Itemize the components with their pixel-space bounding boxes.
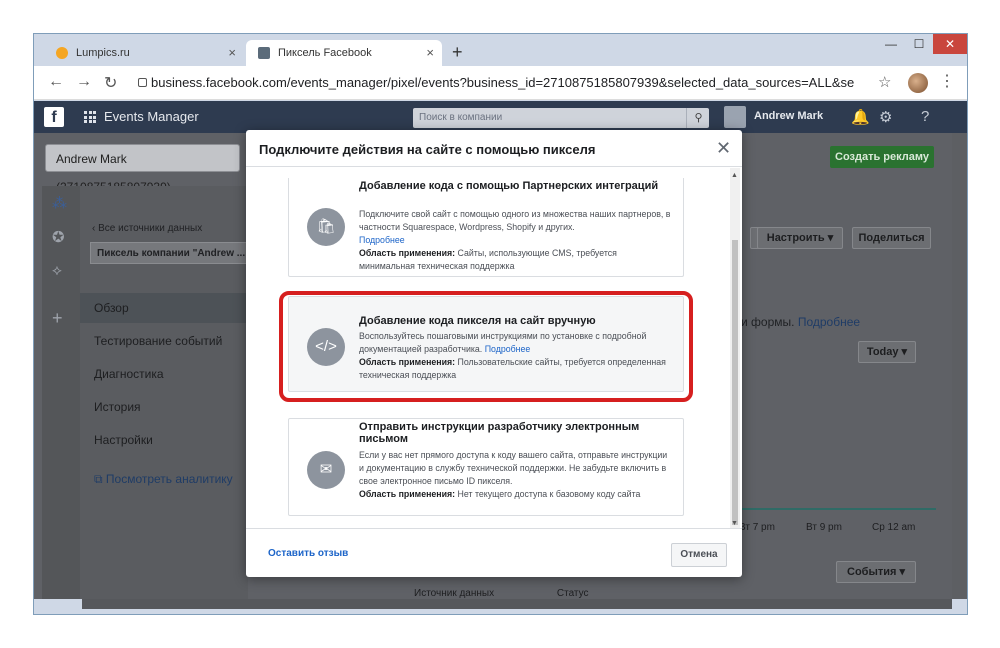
activity-chart xyxy=(734,373,936,503)
option-description: Если у вас нет прямого доступа к коду ва… xyxy=(359,450,668,499)
scroll-down-icon[interactable]: ▼ xyxy=(731,520,738,527)
connect-pixel-dialog: Подключите действия на сайте с помощью п… xyxy=(246,130,742,577)
events-table-header: Источник данных Статус xyxy=(414,588,589,599)
tab-lumpics[interactable]: Lumpics.ru × xyxy=(44,40,244,66)
tab-label: Lumpics.ru xyxy=(76,47,130,59)
star-icon[interactable]: ✪ xyxy=(52,228,65,246)
app-name[interactable]: Events Manager xyxy=(104,109,199,124)
search-icon[interactable]: ⚲ xyxy=(686,108,710,128)
data-sources-icon[interactable]: ⁂ xyxy=(52,194,67,212)
facebook-logo-icon[interactable]: f xyxy=(44,107,64,127)
close-tab-icon[interactable]: × xyxy=(426,45,434,60)
close-window-button[interactable]: ✕ xyxy=(933,34,967,54)
tab-strip: Lumpics.ru × Пиксель Facebook × + — ☐ ✕ xyxy=(34,34,967,66)
date-range-dropdown[interactable]: Today ▾ xyxy=(858,341,916,363)
divider xyxy=(246,166,742,167)
gear-icon[interactable]: ⚙ xyxy=(879,108,892,126)
profile-avatar[interactable] xyxy=(908,73,928,93)
horizontal-scrollbar[interactable] xyxy=(82,599,952,609)
dialog-title: Подключите действия на сайте с помощью п… xyxy=(259,142,596,157)
forward-arrow-icon[interactable]: → xyxy=(76,73,92,91)
nav-settings[interactable]: Настройки xyxy=(94,433,153,447)
chart-baseline xyxy=(734,508,936,510)
option-title: Добавление кода с помощью Партнерских ин… xyxy=(359,180,659,192)
maximize-button[interactable]: ☐ xyxy=(905,34,933,54)
x-tick: Вт 9 pm xyxy=(806,522,842,533)
apps-grid-icon[interactable] xyxy=(84,111,96,123)
option-email-developer[interactable]: ✉ Отправить инструкции разработчику элек… xyxy=(288,418,684,516)
help-icon[interactable]: ? xyxy=(921,108,929,125)
bookmark-star-icon[interactable]: ☆ xyxy=(878,73,891,91)
learn-more-link[interactable]: Подробнее xyxy=(798,315,860,329)
pixel-favicon-icon xyxy=(258,47,270,59)
address-bar[interactable]: business.facebook.com/events_manager/pix… xyxy=(129,71,854,95)
close-icon[interactable]: ✕ xyxy=(716,138,731,159)
new-tab-button[interactable]: + xyxy=(452,42,463,63)
fb-top-bar: f Events Manager Поиск в компании ⚲ Andr… xyxy=(34,101,967,133)
back-to-sources-link[interactable]: ‹ Все источники данных xyxy=(92,223,202,234)
account-avatar[interactable] xyxy=(724,106,746,128)
option-description: Подключите свой сайт с помощью одного из… xyxy=(359,209,671,271)
left-rail: ⁂ ✪ ⟡ + xyxy=(42,186,80,599)
screenshot: Lumpics.ru × Пиксель Facebook × + — ☐ ✕ … xyxy=(0,0,1000,648)
account-selector[interactable]: Andrew Mark (2710875185807939) xyxy=(45,144,240,194)
view-analytics-link[interactable]: ⧉ Посмотреть аналитику xyxy=(94,472,233,487)
sidebar: ‹ Все источники данных Пиксель компании … xyxy=(80,186,248,599)
envelope-icon: ✉ xyxy=(307,451,345,489)
lumpics-favicon-icon xyxy=(56,47,68,59)
dialog-scroll-thumb[interactable] xyxy=(732,240,738,525)
account-menu[interactable]: Andrew Mark xyxy=(754,110,823,122)
tab-label: Пиксель Facebook xyxy=(278,47,372,59)
red-highlight-frame xyxy=(279,291,693,402)
browser-toolbar: ← → ↻ business.facebook.com/events_manag… xyxy=(34,66,967,100)
divider xyxy=(246,528,742,529)
minimize-button[interactable]: — xyxy=(877,34,905,54)
nav-test-events[interactable]: Тестирование событий xyxy=(94,334,222,348)
browser-menu-icon[interactable]: ⋮ xyxy=(939,71,955,91)
nav-diagnostics[interactable]: Диагностика xyxy=(94,367,164,381)
cancel-button[interactable]: Отмена xyxy=(671,543,727,567)
option-partner-integrations[interactable]: 🛍 Добавление кода с помощью Партнерских … xyxy=(288,178,684,277)
option-title: Отправить инструкции разработчику электр… xyxy=(359,421,640,445)
leave-feedback-link[interactable]: Оставить отзыв xyxy=(268,548,348,559)
back-arrow-icon[interactable]: ← xyxy=(48,73,64,91)
shopping-bag-icon: 🛍 xyxy=(307,208,345,246)
x-tick: Ср 12 am xyxy=(872,522,916,533)
share-button[interactable]: Поделиться xyxy=(852,227,931,249)
configure-button[interactable]: Настроить ▾ xyxy=(757,227,843,249)
add-icon[interactable]: + xyxy=(52,308,63,329)
company-search-input[interactable]: Поиск в компании xyxy=(413,108,709,128)
scroll-up-icon[interactable]: ▲ xyxy=(731,172,738,179)
nav-history[interactable]: История xyxy=(94,400,141,414)
tab-facebook-pixel[interactable]: Пиксель Facebook × xyxy=(246,40,442,66)
learn-more-link[interactable]: Подробнее xyxy=(359,235,405,245)
bell-icon[interactable]: 🔔 xyxy=(851,108,870,126)
pixel-selector[interactable]: Пиксель компании "Andrew ... xyxy=(90,242,248,264)
nav-overview[interactable]: Обзор xyxy=(94,301,129,315)
create-ad-button[interactable]: Создать рекламу xyxy=(830,146,934,168)
x-tick: Вт 7 pm xyxy=(739,522,775,533)
integration-icon[interactable]: ⟡ xyxy=(52,262,62,279)
vertical-scrollbar[interactable] xyxy=(952,133,967,599)
close-tab-icon[interactable]: × xyxy=(228,45,236,60)
events-dropdown[interactable]: События ▾ xyxy=(836,561,916,583)
forms-text: и формы. Подробнее xyxy=(741,315,861,329)
reload-icon[interactable]: ↻ xyxy=(104,73,117,93)
